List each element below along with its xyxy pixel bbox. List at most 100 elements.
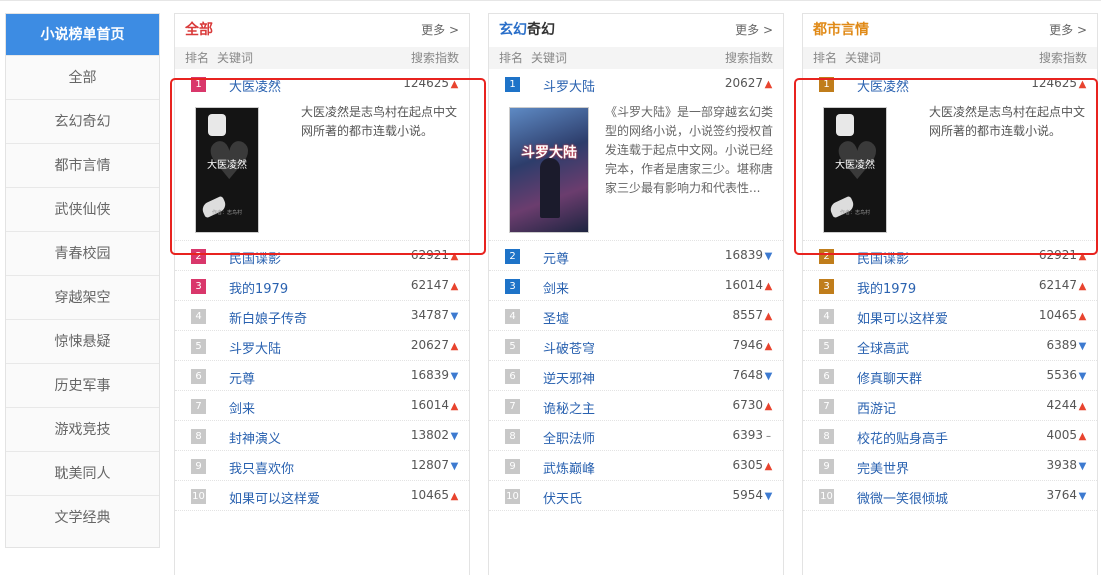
book-title-link[interactable]: 民国谍影 <box>857 248 909 267</box>
more-link[interactable]: 更多 > <box>735 14 773 47</box>
book-title-link[interactable]: 我的1979 <box>229 278 288 297</box>
table-row[interactable]: 7 剑来 16014 ▲ <box>175 391 469 421</box>
book-title-link[interactable]: 如果可以这样爱 <box>229 488 320 507</box>
panel-title[interactable]: 玄幻奇幻 <box>499 22 555 38</box>
book-title-link[interactable]: 元尊 <box>229 368 255 387</box>
rank-badge: 1 <box>191 77 206 92</box>
book-title-link[interactable]: 新白娘子传奇 <box>229 308 307 327</box>
sidebar-item-urban-romance[interactable]: 都市言情 <box>6 144 159 188</box>
table-row[interactable]: 8 全职法师 6393– <box>489 421 783 451</box>
book-title-link[interactable]: 大医凌然 <box>857 76 909 95</box>
table-row[interactable]: 7 诡秘之主 6730 ▲ <box>489 391 783 421</box>
sidebar-item-classics[interactable]: 文学经典 <box>6 496 159 540</box>
panel-title[interactable]: 全部 <box>185 22 213 38</box>
book-title-link[interactable]: 微微一笑很倾城 <box>857 488 948 507</box>
table-row[interactable]: 7 西游记 4244 ▲ <box>803 391 1097 421</box>
trend-down-icon: ▼ <box>450 371 459 382</box>
table-row[interactable]: 2 民国谍影 62921 ▲ <box>175 241 469 271</box>
table-row[interactable]: 3 我的1979 62147 ▲ <box>175 271 469 301</box>
panel-title[interactable]: 都市言情 <box>813 22 869 38</box>
sidebar-item-wuxia[interactable]: 武侠仙侠 <box>6 188 159 232</box>
trend-up-icon: ▲ <box>450 79 459 90</box>
book-title-link[interactable]: 剑来 <box>543 278 569 297</box>
table-row[interactable]: 6 逆天邪神 7648 ▼ <box>489 361 783 391</box>
search-index: 7648 ▼ <box>732 368 773 382</box>
search-index: 16014 ▲ <box>724 278 773 292</box>
sidebar-item-fanfic[interactable]: 耽美同人 <box>6 452 159 496</box>
table-row[interactable]: 10 伏天氏 5954 ▼ <box>489 481 783 511</box>
more-link[interactable]: 更多 > <box>421 14 459 47</box>
rank-badge: 2 <box>819 249 834 264</box>
book-title-link[interactable]: 我只喜欢你 <box>229 458 294 477</box>
book-title-link[interactable]: 大医凌然 <box>229 76 281 95</box>
ranking-list: 2 民国谍影 62921 ▲ 3 我的1979 62147 ▲ 4 新白娘子传奇 34787 ▼ … <box>175 241 469 511</box>
book-cover-image[interactable]: ♥ 大医凌然 作者：志鸟村 <box>823 107 887 233</box>
sidebar-item-home[interactable]: 小说榜单首页 <box>6 14 159 56</box>
book-title-link[interactable]: 伏天氏 <box>543 488 582 507</box>
more-link[interactable]: 更多 > <box>1049 14 1087 47</box>
search-index: 34787 ▼ <box>410 308 459 322</box>
table-row[interactable]: 5 斗罗大陆 20627 ▲ <box>175 331 469 361</box>
sidebar-item-thriller[interactable]: 惊悚悬疑 <box>6 320 159 364</box>
table-row[interactable]: 1 大医凌然 124625 ▲ <box>175 69 469 99</box>
book-title-link[interactable]: 我的1979 <box>857 278 916 297</box>
rank-badge: 6 <box>819 369 834 384</box>
book-title-link[interactable]: 民国谍影 <box>229 248 281 267</box>
book-title-link[interactable]: 西游记 <box>857 398 896 417</box>
table-row[interactable]: 2 民国谍影 62921 ▲ <box>803 241 1097 271</box>
table-row[interactable]: 8 校花的贴身高手 4005 ▲ <box>803 421 1097 451</box>
table-row[interactable]: 10 如果可以这样爱 10465 ▲ <box>175 481 469 511</box>
trend-up-icon: ▲ <box>1078 281 1087 292</box>
sidebar-item-all[interactable]: 全部 <box>6 56 159 100</box>
book-title-link[interactable]: 全球高武 <box>857 338 909 357</box>
sidebar-item-campus[interactable]: 青春校园 <box>6 232 159 276</box>
table-row[interactable]: 4 圣墟 8557 ▲ <box>489 301 783 331</box>
book-title-link[interactable]: 全职法师 <box>543 428 595 447</box>
book-title-link[interactable]: 斗罗大陆 <box>229 338 281 357</box>
book-title-link[interactable]: 元尊 <box>543 248 569 267</box>
search-index: 7946 ▲ <box>732 338 773 352</box>
sidebar-item-history-military[interactable]: 历史军事 <box>6 364 159 408</box>
table-row[interactable]: 6 元尊 16839 ▼ <box>175 361 469 391</box>
book-cover-image[interactable]: ♥ 大医凌然 作者：志鸟村 <box>195 107 259 233</box>
book-title-link[interactable]: 诡秘之主 <box>543 398 595 417</box>
search-index: 5536 ▼ <box>1046 368 1087 382</box>
table-row[interactable]: 1 斗罗大陆 20627 ▲ <box>489 69 783 99</box>
sidebar-item-gaming[interactable]: 游戏竞技 <box>6 408 159 452</box>
table-row[interactable]: 9 我只喜欢你 12807 ▼ <box>175 451 469 481</box>
book-title-link[interactable]: 武炼巅峰 <box>543 458 595 477</box>
book-title-link[interactable]: 逆天邪神 <box>543 368 595 387</box>
table-row[interactable]: 10 微微一笑很倾城 3764 ▼ <box>803 481 1097 511</box>
trend-flat-icon: – <box>766 431 771 442</box>
book-title-link[interactable]: 如果可以这样爱 <box>857 308 948 327</box>
table-row[interactable]: 1 大医凌然 124625 ▲ <box>803 69 1097 99</box>
sidebar-item-fantasy[interactable]: 玄幻奇幻 <box>6 100 159 144</box>
book-cover-image[interactable]: 斗罗大陆 <box>509 107 589 233</box>
rank-badge: 10 <box>819 489 834 504</box>
cover-author: 作者：志鸟村 <box>839 210 870 216</box>
book-title-link[interactable]: 封神演义 <box>229 428 281 447</box>
table-row[interactable]: 4 新白娘子传奇 34787 ▼ <box>175 301 469 331</box>
book-title-link[interactable]: 完美世界 <box>857 458 909 477</box>
table-row[interactable]: 8 封神演义 13802 ▼ <box>175 421 469 451</box>
table-row[interactable]: 6 修真聊天群 5536 ▼ <box>803 361 1097 391</box>
sidebar-item-time-travel[interactable]: 穿越架空 <box>6 276 159 320</box>
table-row[interactable]: 2 元尊 16839 ▼ <box>489 241 783 271</box>
table-row[interactable]: 3 我的1979 62147 ▲ <box>803 271 1097 301</box>
book-title-link[interactable]: 剑来 <box>229 398 255 417</box>
book-title-link[interactable]: 校花的贴身高手 <box>857 428 948 447</box>
book-title-link[interactable]: 圣墟 <box>543 308 569 327</box>
table-row[interactable]: 3 剑来 16014 ▲ <box>489 271 783 301</box>
book-title-link[interactable]: 修真聊天群 <box>857 368 922 387</box>
index-column-label: 搜索指数 <box>724 51 773 65</box>
table-row[interactable]: 5 斗破苍穹 7946 ▲ <box>489 331 783 361</box>
cover-author: 作者：志鸟村 <box>211 210 242 216</box>
book-title-link[interactable]: 斗罗大陆 <box>543 76 595 95</box>
table-row[interactable]: 9 完美世界 3938 ▼ <box>803 451 1097 481</box>
table-row[interactable]: 9 武炼巅峰 6305 ▲ <box>489 451 783 481</box>
keyword-column-label: 关键词 <box>217 51 254 65</box>
table-row[interactable]: 5 全球高武 6389 ▼ <box>803 331 1097 361</box>
table-row[interactable]: 4 如果可以这样爱 10465 ▲ <box>803 301 1097 331</box>
book-title-link[interactable]: 斗破苍穹 <box>543 338 595 357</box>
book-description: 大医凌然是志鸟村在起点中文网所著的都市连载小说。 <box>929 105 1086 138</box>
